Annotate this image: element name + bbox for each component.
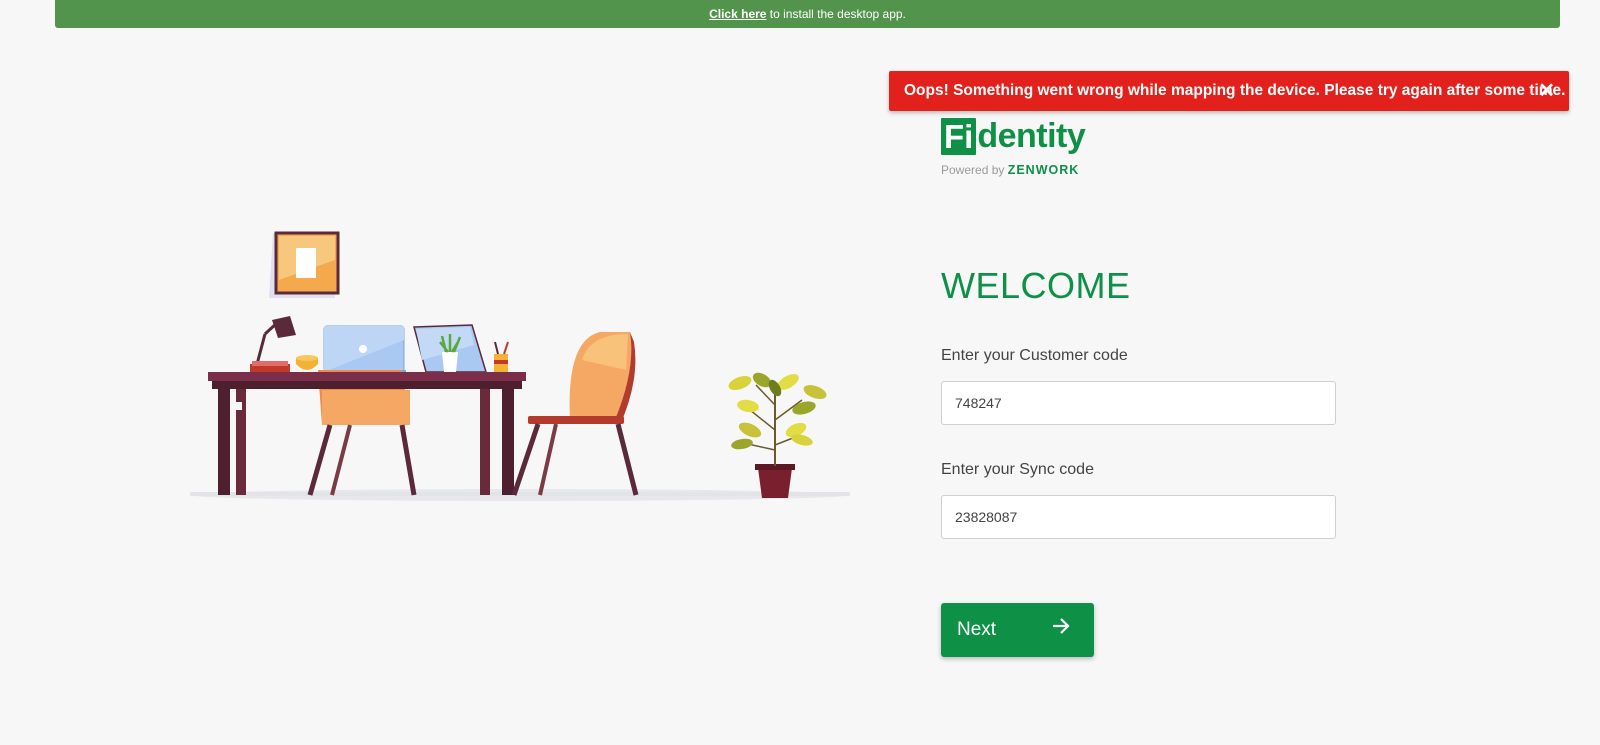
zenwork-brand: ZENWORK (1007, 163, 1080, 177)
customer-code-input[interactable] (941, 381, 1336, 425)
install-banner: Click here to install the desktop app. (55, 0, 1560, 28)
laptop-left (322, 325, 406, 374)
pencil-cup (494, 341, 509, 372)
install-banner-text: to install the desktop app. (766, 7, 906, 21)
arrow-right-icon (1053, 618, 1070, 634)
picture-frame (269, 231, 340, 298)
logo-fi-mark: Fi (941, 117, 977, 155)
powered-by: Powered by ZENWORK (941, 163, 1101, 177)
sync-code-label: Enter your Sync code (941, 461, 1094, 478)
desk-illustration (190, 231, 850, 501)
customer-code-label: Enter your Customer code (941, 347, 1128, 364)
next-button-label: Next (957, 619, 997, 640)
welcome-heading: WELCOME (941, 265, 1131, 306)
chair-right (511, 332, 639, 496)
fidentity-logo: Fi dentity Powered by ZENWORK (941, 117, 1101, 179)
logo-wordmark: dentity (977, 116, 1086, 155)
install-link[interactable]: Click here (709, 7, 766, 21)
powered-by-text: Powered by (941, 163, 1008, 177)
potted-plant (728, 372, 827, 498)
sync-code-input[interactable] (941, 495, 1336, 539)
close-icon[interactable]: ✕ (1538, 71, 1555, 111)
error-toast: Oops! Something went wrong while mapping… (889, 71, 1569, 111)
cup (296, 355, 318, 370)
error-message: Oops! Something went wrong while mapping… (904, 82, 1566, 99)
next-button[interactable]: Next (941, 603, 1094, 657)
